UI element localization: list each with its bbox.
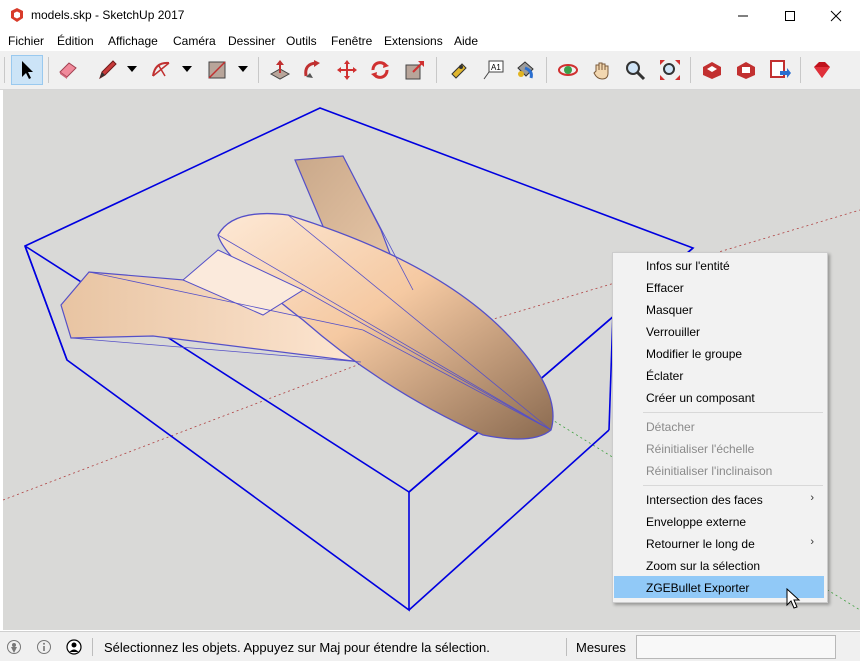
paint-bucket-tool-button[interactable] xyxy=(509,55,541,85)
rectangle-dropdown-icon[interactable] xyxy=(238,66,248,72)
send-to-layout-icon xyxy=(770,60,791,78)
menu-affichage[interactable]: Affichage xyxy=(108,34,158,48)
submenu-arrow-icon: › xyxy=(810,536,814,548)
spaceship-model[interactable] xyxy=(60,155,554,440)
follow-me-icon xyxy=(304,60,320,78)
zoom-extents-icon xyxy=(660,60,680,80)
menu-separator xyxy=(643,412,823,413)
pencil-icon xyxy=(99,60,117,80)
menu-outils[interactable]: Outils xyxy=(286,34,317,48)
minimize-button[interactable] xyxy=(720,0,766,31)
geo-location-icon[interactable] xyxy=(6,639,22,655)
menu-item-make-component[interactable]: Créer un composant xyxy=(614,386,824,408)
menu-item-reset-scale: Réinitialiser l'échelle xyxy=(646,442,755,456)
menu-extensions[interactable]: Extensions xyxy=(384,34,443,48)
mouse-cursor-icon xyxy=(786,588,801,609)
menu-fichier[interactable]: Fichier xyxy=(8,34,44,48)
pencil-tool-button[interactable] xyxy=(91,55,123,85)
menu-edition[interactable]: Édition xyxy=(57,34,94,48)
menu-item-unglue: Détacher xyxy=(646,420,695,434)
status-divider xyxy=(566,638,567,656)
tape-measure-tool-button[interactable] xyxy=(442,55,474,85)
arrow-cursor-icon xyxy=(22,61,33,79)
rectangle-tool-button[interactable] xyxy=(201,55,233,85)
menu-bar: Fichier Édition Affichage Caméra Dessine… xyxy=(0,31,860,51)
menu-item-outer-shell[interactable]: Enveloppe externe xyxy=(614,510,824,532)
close-icon xyxy=(830,10,842,21)
text-label-icon: A1 xyxy=(483,60,504,80)
info-icon[interactable] xyxy=(36,639,52,655)
ruby-gem-icon xyxy=(814,62,830,78)
menu-item-flip-along[interactable]: Retourner le long de › xyxy=(614,532,824,554)
submenu-arrow-icon: › xyxy=(810,492,814,504)
menu-item-zoom-selection[interactable]: Zoom sur la sélection xyxy=(614,554,824,576)
3d-warehouse-icon xyxy=(703,62,721,79)
arc-icon xyxy=(152,61,170,77)
select-tool-button[interactable] xyxy=(11,55,43,85)
extension-warehouse-icon xyxy=(737,62,755,79)
push-pull-icon xyxy=(269,60,291,80)
move-tool-button[interactable] xyxy=(331,55,363,85)
menu-aide[interactable]: Aide xyxy=(454,34,478,48)
minimize-icon xyxy=(738,15,748,16)
zoom-extents-tool-button[interactable] xyxy=(654,55,686,85)
tape-measure-icon xyxy=(451,63,467,79)
menu-item-intersect-faces[interactable]: Intersection des faces › xyxy=(614,488,824,510)
menu-item-reset-skew: Réinitialiser l'inclinaison xyxy=(646,464,773,478)
send-to-layout-button[interactable] xyxy=(764,55,796,85)
rectangle-icon xyxy=(208,61,226,79)
eraser-icon xyxy=(59,62,77,79)
magnifier-icon xyxy=(626,61,646,81)
user-account-icon[interactable] xyxy=(66,639,82,655)
extension-warehouse-button[interactable] xyxy=(730,55,762,85)
window-title: models.skp - SketchUp 2017 xyxy=(31,8,185,22)
menu-item-lock[interactable]: Verrouiller xyxy=(614,320,824,342)
main-toolbar: A1 xyxy=(0,51,860,90)
menu-item-explode[interactable]: Éclater xyxy=(614,364,824,386)
measures-label: Mesures xyxy=(576,640,626,655)
arc-dropdown-icon[interactable] xyxy=(182,66,192,72)
move-icon xyxy=(337,60,357,80)
maximize-button[interactable] xyxy=(767,0,813,31)
menu-fenetre[interactable]: Fenêtre xyxy=(331,34,372,48)
pencil-dropdown-icon[interactable] xyxy=(127,66,137,72)
zoom-tool-button[interactable] xyxy=(619,55,651,85)
scale-tool-button[interactable] xyxy=(399,55,431,85)
push-pull-tool-button[interactable] xyxy=(264,55,296,85)
title-bar: models.skp - SketchUp 2017 xyxy=(0,0,860,31)
pan-hand-icon xyxy=(593,62,609,80)
pan-tool-button[interactable] xyxy=(586,55,618,85)
status-message: Sélectionnez les objets. Appuyez sur Maj… xyxy=(104,640,490,655)
sketchup-app-icon xyxy=(11,8,23,22)
menu-item-entity-info[interactable]: Infos sur l'entité xyxy=(614,254,824,276)
maximize-icon xyxy=(785,10,795,21)
follow-me-tool-button[interactable] xyxy=(296,55,328,85)
menu-item-hide[interactable]: Masquer xyxy=(614,298,824,320)
rotate-icon xyxy=(371,61,389,79)
scale-icon xyxy=(405,61,424,80)
svg-text:A1: A1 xyxy=(491,63,501,72)
3d-warehouse-button[interactable] xyxy=(696,55,728,85)
measures-input[interactable] xyxy=(636,635,836,659)
orbit-icon xyxy=(558,64,578,76)
menu-item-erase[interactable]: Effacer xyxy=(614,276,824,298)
menu-separator xyxy=(643,485,823,486)
rotate-tool-button[interactable] xyxy=(364,55,396,85)
paint-bucket-icon xyxy=(517,61,534,79)
orbit-tool-button[interactable] xyxy=(552,55,584,85)
ruby-console-button[interactable] xyxy=(806,55,838,85)
status-bar: Sélectionnez les objets. Appuyez sur Maj… xyxy=(0,631,860,661)
menu-item-edit-group[interactable]: Modifier le groupe xyxy=(614,342,824,364)
text-tool-button[interactable]: A1 xyxy=(477,55,509,85)
context-menu: Infos sur l'entité Effacer Masquer Verro… xyxy=(612,252,828,603)
status-divider xyxy=(92,638,93,656)
menu-camera[interactable]: Caméra xyxy=(173,34,216,48)
eraser-tool-button[interactable] xyxy=(52,55,84,85)
arc-tool-button[interactable] xyxy=(146,55,178,85)
close-button[interactable] xyxy=(813,0,859,31)
menu-dessiner[interactable]: Dessiner xyxy=(228,34,275,48)
